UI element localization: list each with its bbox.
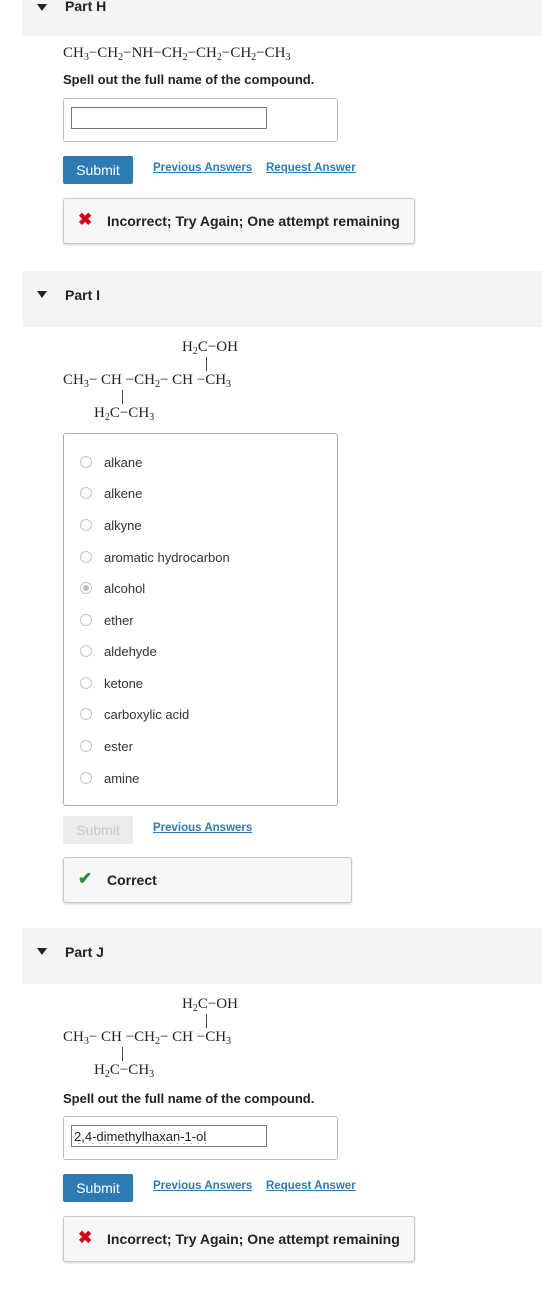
radio-button[interactable] (80, 645, 92, 657)
option-label: ether (104, 613, 134, 628)
option-label: alkyne (104, 518, 142, 533)
radio-button-selected[interactable] (80, 582, 92, 594)
part-h-previous-answers-link[interactable]: Previous Answers (153, 162, 252, 174)
part-j-instruction: Spell out the full name of the compound. (63, 1091, 315, 1106)
radio-button[interactable] (80, 772, 92, 784)
part-i-options-box: alkane alkene alkyne aromatic hydrocarbo… (63, 433, 338, 806)
part-j-answer-box (63, 1116, 338, 1160)
structure-bottom-group: H2C−CH3 (94, 405, 155, 423)
part-h-formula: CH3−CH2−NH−CH2−CH2−CH2−CH3 (63, 45, 291, 63)
radio-button[interactable] (80, 708, 92, 720)
part-j-previous-answers-link[interactable]: Previous Answers (153, 1180, 252, 1192)
option-label: amine (104, 771, 140, 786)
correct-check-icon: ✔ (78, 869, 93, 888)
part-i-title: Part I (65, 287, 101, 303)
radio-button[interactable] (80, 551, 92, 563)
structure-main-chain: CH3− CH −CH2− CH −CH3 (63, 372, 232, 390)
option-label: alcohol (104, 581, 146, 596)
part-h-request-answer-link[interactable]: Request Answer (266, 162, 356, 174)
part-j-answer-input[interactable] (71, 1125, 267, 1147)
option-label: aromatic hydrocarbon (104, 550, 230, 565)
option-label: ketone (104, 676, 144, 691)
part-h-answer-box (63, 98, 338, 142)
structure-main-chain: CH3− CH −CH2− CH −CH3 (63, 1029, 232, 1047)
radio-button[interactable] (80, 677, 92, 689)
option-label: carboxylic acid (104, 707, 190, 722)
option-aldehyde[interactable]: aldehyde (80, 642, 320, 662)
bond-line (206, 357, 207, 371)
radio-button[interactable] (80, 614, 92, 626)
option-ketone[interactable]: ketone (80, 674, 320, 694)
collapse-triangle-icon[interactable] (37, 291, 47, 298)
bond-line (122, 1047, 123, 1061)
part-i-feedback-text: Correct (107, 872, 157, 888)
radio-button[interactable] (80, 456, 92, 468)
part-h-title: Part H (65, 0, 107, 14)
radio-button[interactable] (80, 487, 92, 499)
part-j-title: Part J (65, 944, 104, 960)
option-label: alkene (104, 486, 143, 501)
collapse-triangle-icon[interactable] (37, 4, 47, 11)
part-j-submit-button[interactable]: Submit (63, 1174, 133, 1202)
part-j-request-answer-link[interactable]: Request Answer (266, 1180, 356, 1192)
structure-top-group: H2C−OH (182, 996, 238, 1014)
bond-line (206, 1014, 207, 1028)
part-h-instruction: Spell out the full name of the compound. (63, 72, 315, 87)
collapse-triangle-icon[interactable] (37, 948, 47, 955)
option-label: aldehyde (104, 644, 157, 659)
option-alkene[interactable]: alkene (80, 484, 320, 504)
part-h-feedback-text: Incorrect; Try Again; One attempt remain… (107, 213, 400, 229)
option-label: alkane (104, 455, 143, 470)
option-alcohol[interactable]: alcohol (80, 579, 320, 599)
part-h-answer-input[interactable] (71, 107, 267, 129)
incorrect-x-icon: ✖ (78, 210, 93, 229)
structure-top-group: H2C−OH (182, 339, 238, 357)
part-h-header[interactable]: Part H (22, 0, 542, 36)
part-j-feedback: ✖ Incorrect; Try Again; One attempt rema… (63, 1216, 415, 1262)
part-h-submit-button[interactable]: Submit (63, 156, 133, 184)
option-alkane[interactable]: alkane (80, 453, 320, 473)
radio-button[interactable] (80, 519, 92, 531)
option-ester[interactable]: ester (80, 737, 320, 757)
part-j-feedback-text: Incorrect; Try Again; One attempt remain… (107, 1231, 400, 1247)
option-ether[interactable]: ether (80, 611, 320, 631)
part-i-submit-button: Submit (63, 816, 133, 844)
part-j-header[interactable]: Part J (22, 928, 542, 984)
bond-line (122, 390, 123, 404)
part-i-header[interactable]: Part I (22, 271, 542, 327)
part-h-feedback: ✖ Incorrect; Try Again; One attempt rema… (63, 198, 415, 244)
part-i-previous-answers-link[interactable]: Previous Answers (153, 822, 252, 834)
option-aromatic-hydrocarbon[interactable]: aromatic hydrocarbon (80, 548, 320, 568)
structure-bottom-group: H2C−CH3 (94, 1062, 155, 1080)
incorrect-x-icon: ✖ (78, 1228, 93, 1247)
option-alkyne[interactable]: alkyne (80, 516, 320, 536)
option-carboxylic-acid[interactable]: carboxylic acid (80, 705, 320, 725)
radio-button[interactable] (80, 740, 92, 752)
part-i-feedback: ✔ Correct (63, 857, 352, 903)
option-amine[interactable]: amine (80, 769, 320, 789)
option-label: ester (104, 739, 133, 754)
